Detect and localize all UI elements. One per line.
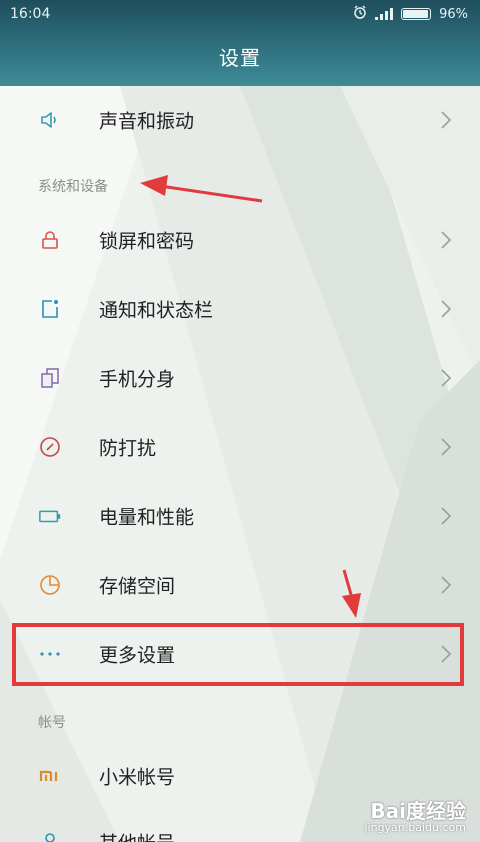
setting-label: 通知和状态栏 bbox=[99, 299, 214, 322]
chevron-right-icon bbox=[441, 645, 452, 663]
setting-label: 存储空间 bbox=[99, 575, 176, 598]
watermark-url: jingyan.baidu.com bbox=[364, 821, 466, 834]
top-bar: 16:04 96% 设置 bbox=[0, 0, 480, 86]
person-icon bbox=[38, 830, 62, 842]
status-time: 16:04 bbox=[10, 6, 51, 22]
alarm-icon bbox=[353, 5, 367, 23]
signal-icon bbox=[375, 8, 394, 20]
setting-label: 手机分身 bbox=[99, 368, 176, 391]
setting-notification-statusbar[interactable]: 通知和状态栏 bbox=[0, 275, 480, 343]
setting-label: 更多设置 bbox=[99, 644, 176, 667]
setting-battery-performance[interactable]: 电量和性能 bbox=[0, 482, 480, 550]
setting-label: 防打扰 bbox=[99, 437, 157, 460]
chevron-right-icon bbox=[441, 111, 452, 129]
chevron-right-icon bbox=[441, 231, 452, 249]
setting-dual-space[interactable]: 手机分身 bbox=[0, 344, 480, 412]
setting-label: 锁屏和密码 bbox=[99, 230, 195, 253]
setting-label: 小米帐号 bbox=[99, 766, 176, 789]
setting-do-not-disturb[interactable]: 防打扰 bbox=[0, 413, 480, 481]
more-dots-icon bbox=[38, 642, 62, 666]
watermark: Bai度经验 jingyan.baidu.com bbox=[364, 795, 466, 834]
battery-percent: 96% bbox=[439, 6, 468, 22]
status-icons: 96% bbox=[353, 5, 468, 23]
mi-logo-icon bbox=[38, 764, 62, 788]
section-header-system: 系统和设备 bbox=[38, 179, 108, 195]
notification-icon bbox=[38, 297, 62, 321]
chevron-right-icon bbox=[441, 576, 452, 594]
chevron-right-icon bbox=[441, 300, 452, 318]
setting-label: 声音和振动 bbox=[99, 110, 195, 133]
setting-sound-vibration[interactable]: 声音和振动 bbox=[0, 86, 480, 154]
chevron-right-icon bbox=[441, 369, 452, 387]
storage-pie-icon bbox=[38, 573, 62, 597]
setting-storage[interactable]: 存储空间 bbox=[0, 551, 480, 619]
chevron-right-icon bbox=[441, 438, 452, 456]
battery-icon bbox=[38, 504, 62, 528]
setting-label: 其他帐号 bbox=[99, 829, 175, 842]
page-title: 设置 bbox=[219, 46, 261, 70]
speaker-icon bbox=[38, 108, 62, 132]
dual-phone-icon bbox=[38, 366, 62, 390]
do-not-disturb-icon bbox=[38, 435, 62, 459]
setting-lock-password[interactable]: 锁屏和密码 bbox=[0, 206, 480, 274]
watermark-logo: Bai度经验 bbox=[370, 799, 466, 823]
section-header-account: 帐号 bbox=[38, 715, 66, 731]
battery-status-icon bbox=[401, 8, 432, 20]
lock-icon bbox=[38, 228, 62, 252]
status-bar: 16:04 96% bbox=[0, 0, 480, 28]
setting-label: 电量和性能 bbox=[99, 506, 195, 529]
chevron-right-icon bbox=[441, 507, 452, 525]
setting-more-settings[interactable]: 更多设置 bbox=[0, 620, 480, 688]
